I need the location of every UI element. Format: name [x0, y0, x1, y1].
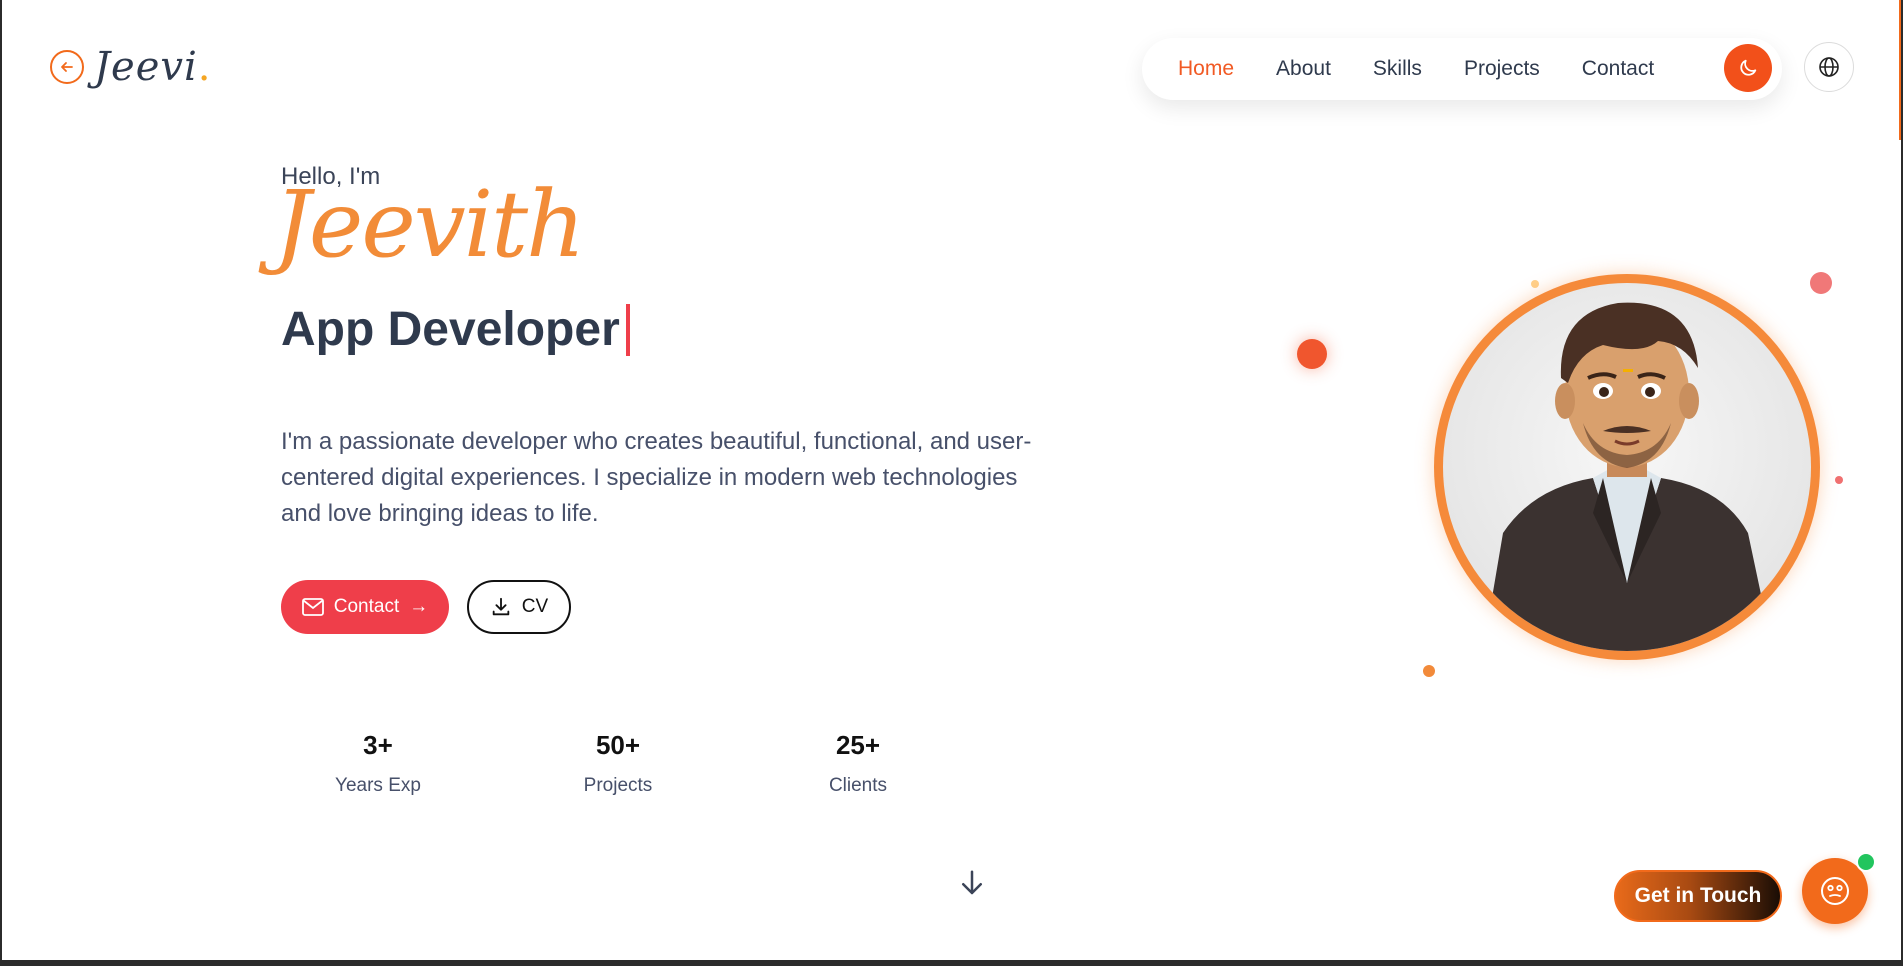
nav-contact[interactable]: Contact: [1582, 57, 1654, 81]
download-cv-button[interactable]: CV: [467, 580, 571, 634]
role-text: App Developer: [281, 303, 620, 356]
hero-name: Jeevith: [274, 171, 585, 278]
stat-value: 25+: [835, 730, 881, 760]
typing-cursor: [625, 303, 630, 356]
scrollbar-accent: [1899, 0, 1901, 140]
mail-icon: [301, 598, 324, 616]
cv-button-label: CV: [521, 596, 549, 617]
brand-dot: .: [197, 44, 211, 90]
language-button[interactable]: [1804, 42, 1854, 92]
decor-dot: [1531, 280, 1539, 288]
avatar-illustration: [1443, 283, 1811, 651]
bot-face-icon: [1821, 877, 1849, 905]
nav-about[interactable]: About: [1276, 57, 1331, 81]
nav-projects[interactable]: Projects: [1464, 57, 1540, 81]
nav-skills[interactable]: Skills: [1373, 57, 1422, 81]
theme-toggle-button[interactable]: [1724, 44, 1772, 92]
main-nav: Home About Skills Projects Contact: [1142, 38, 1782, 100]
stat-clients: 25+ Clients: [778, 730, 938, 797]
stat-projects: 50+ Projects: [538, 730, 698, 797]
stat-value: 3+: [363, 730, 393, 760]
stat-label: Projects: [583, 775, 653, 796]
get-in-touch-button[interactable]: Get in Touch: [1614, 870, 1782, 922]
contact-button[interactable]: Contact →: [281, 580, 449, 634]
hero-description: I'm a passionate developer who creates b…: [281, 428, 1032, 527]
moon-icon: [1740, 59, 1757, 76]
decor-dot: [1835, 476, 1843, 484]
stat-value: 50+: [595, 730, 641, 760]
nav-home[interactable]: Home: [1178, 57, 1234, 81]
logo[interactable]: Jeevi.: [50, 44, 211, 90]
back-arrow-icon[interactable]: [50, 50, 84, 84]
stat-label: Clients: [828, 775, 888, 796]
contact-button-label: Contact: [333, 596, 400, 617]
stat-years: 3+ Years Exp: [298, 730, 458, 797]
online-status-indicator: [1856, 852, 1876, 872]
download-icon: [492, 597, 510, 616]
globe-icon: [1819, 57, 1839, 77]
decor-dot: [1297, 339, 1327, 369]
page: Jeevi. Home About Skills Projects Contac…: [2, 0, 1901, 960]
scroll-down-icon[interactable]: [957, 868, 987, 903]
profile-avatar: [1434, 274, 1820, 660]
brand-name: Jeevi: [94, 44, 198, 90]
decor-dot: [1423, 665, 1435, 677]
decor-dot: [1810, 272, 1832, 294]
stat-label: Years Exp: [335, 775, 421, 796]
contact-arrow: →: [409, 596, 429, 617]
hero-role: App Developer: [281, 302, 630, 357]
